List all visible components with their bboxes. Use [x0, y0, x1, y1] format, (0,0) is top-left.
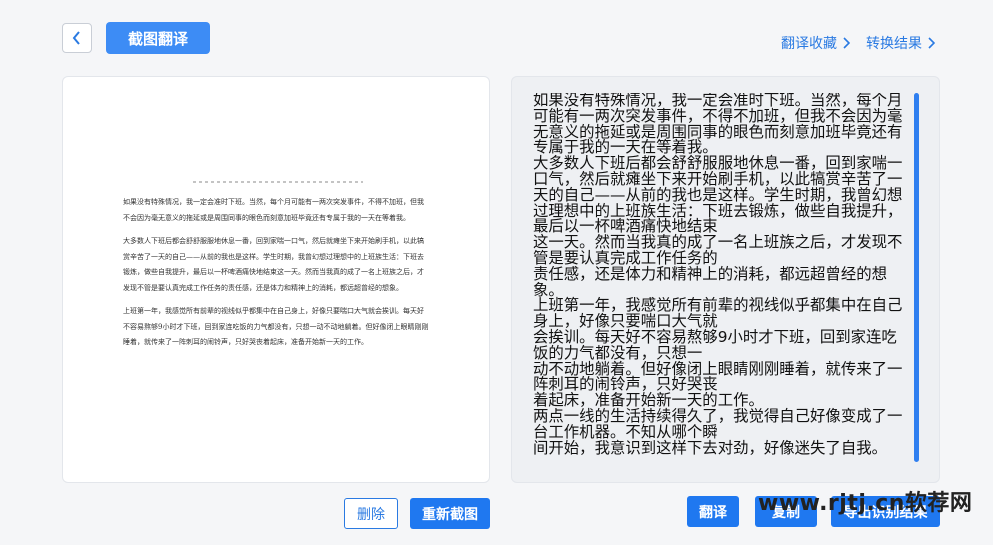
- delete-button[interactable]: 删除: [344, 498, 398, 529]
- page-title[interactable]: 截图翻译: [106, 22, 210, 54]
- result-line: 这一天。然而当我真的成了一名上班族之后，才发现不管是要认真完成工作任务的: [533, 233, 903, 267]
- recapture-button[interactable]: 重新截图: [410, 498, 490, 529]
- result-text[interactable]: 如果没有特殊情况，我一定会准时下班。当然，每个月可能有一两次突发事件，不得不加班…: [533, 93, 911, 466]
- doc-paragraph: 上班第一年，我感觉所有前辈的视线似乎都集中在自己身上，好像只要喘口大气就会挨训。…: [123, 307, 429, 346]
- chevron-left-icon: [72, 31, 80, 45]
- chevron-right-icon: [843, 37, 850, 49]
- result-line: 会挨训。每天好不容易熬够9小时才下班，回到家连吃饭的力气都没有，只想一: [533, 327, 897, 362]
- translate-button[interactable]: 翻译: [687, 496, 739, 527]
- chevron-right-icon: [928, 37, 935, 49]
- result-line: 两点一线的生活持续得久了，我觉得自己好像变成了一台工作机器。不知从哪个瞬: [533, 406, 903, 441]
- result-line: 间开始，我意识到这样下去对劲，好像迷失了自我。: [533, 438, 887, 457]
- result-line: 过理想中的上班族生活：下班去锻炼，做些自我提升，最后以一杯啤酒痛快地结束: [533, 201, 903, 236]
- result-line: 大多数人下班后都会舒舒服服地休息一番，回到家喘一口气，然后就瘫坐下来开始刷手机，…: [533, 154, 903, 204]
- result-panel[interactable]: 如果没有特殊情况，我一定会准时下班。当然，每个月可能有一两次突发事件，不得不加班…: [511, 76, 940, 483]
- results-link[interactable]: 转换结果: [866, 33, 935, 53]
- doc-paragraph: 大多数人下班后都会舒舒服服地休息一番，回到家喘一口气，然后就瘫坐下来开始刷手机，…: [123, 237, 424, 292]
- screenshot-document: 如果没有特殊情况，我一定会准时下班。当然，每个月可能有一两次突发事件，不得不加班…: [123, 195, 429, 359]
- result-scrollbar[interactable]: [914, 93, 919, 462]
- result-line: 动不动地躺着。但好像闭上眼睛刚刚睡着，就传来了一阵刺耳的闹铃声，只好哭丧: [533, 359, 903, 394]
- doc-header-rule: [193, 181, 363, 183]
- result-line: 上班第一年，我感觉所有前辈的视线似乎都集中在自己身上，好像只要喘口大气就: [533, 296, 903, 331]
- top-links: 翻译收藏 转换结果: [781, 33, 935, 53]
- favorites-link[interactable]: 翻译收藏: [781, 33, 850, 53]
- back-button[interactable]: [62, 23, 92, 53]
- favorites-link-label: 翻译收藏: [781, 36, 837, 52]
- result-line: 如果没有特殊情况，我一定会准时下班。当然，每个月可能有一两次突发事件，不得不加班…: [533, 93, 903, 157]
- watermark: www.rjtj.cn软荐网: [758, 491, 973, 516]
- screenshot-preview: 如果没有特殊情况，我一定会准时下班。当然，每个月可能有一两次突发事件，不得不加班…: [62, 76, 490, 483]
- results-link-label: 转换结果: [866, 36, 922, 52]
- result-line: 责任感，还是体力和精神上的消耗，都远超曾经的想象。: [533, 264, 887, 299]
- doc-paragraph: 如果没有特殊情况，我一定会准时下班。当然，每个月可能有一两次突发事件，不得不加班…: [123, 198, 424, 222]
